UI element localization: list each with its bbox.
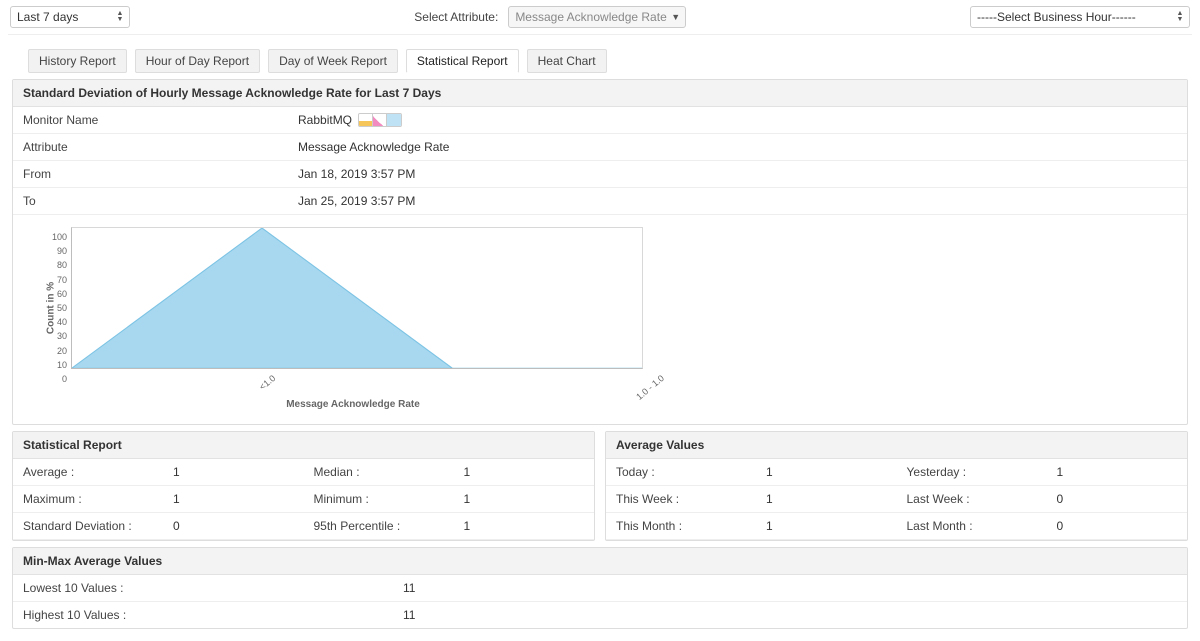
top-controls: Last 7 days ▲▼ Select Attribute: Message… [8, 6, 1192, 35]
y-tick: 30 [57, 331, 67, 341]
info-row-from: From Jan 18, 2019 3:57 PM [13, 161, 1187, 188]
p95-value: 1 [464, 519, 471, 533]
info-row-monitor: Monitor Name RabbitMQ [13, 107, 1187, 134]
y-axis-ticks: 0102030405060708090100 [43, 227, 69, 369]
minimum-value: 1 [464, 492, 471, 506]
attribute-label: Select Attribute: [414, 10, 498, 24]
y-tick: 80 [57, 260, 67, 270]
updown-icon: ▲▼ [1174, 8, 1186, 26]
y-tick: 20 [57, 346, 67, 356]
updown-icon: ▲▼ [114, 8, 126, 26]
y-tick: 0 [62, 374, 67, 384]
median-value: 1 [464, 465, 471, 479]
tab-statistical-report[interactable]: Statistical Report [406, 49, 519, 73]
average-values-panel: Average Values Today :1 Yesterday :1 Thi… [605, 431, 1188, 541]
time-range-select[interactable]: Last 7 days ▲▼ [10, 6, 130, 28]
line-chart-icon[interactable] [373, 114, 387, 126]
x-tick: <1.0 [257, 373, 277, 392]
attribute-value: Message Acknowledge Rate [515, 10, 666, 24]
average-value: 1 [173, 465, 180, 479]
minimum-label: Minimum : [314, 492, 464, 506]
from-label: From [23, 167, 298, 181]
lowest-value: 11 [403, 581, 415, 595]
to-value: Jan 25, 2019 3:57 PM [298, 194, 415, 208]
y-tick: 60 [57, 289, 67, 299]
report-tabs: History Report Hour of Day Report Day of… [8, 41, 1192, 73]
y-tick: 90 [57, 246, 67, 256]
thismonth-label: This Month : [616, 519, 766, 533]
y-tick: 40 [57, 317, 67, 327]
time-range-value: Last 7 days [17, 10, 78, 24]
stats-row: Statistical Report Average :1 Median :1 … [12, 431, 1188, 541]
thisweek-label: This Week : [616, 492, 766, 506]
maximum-value: 1 [173, 492, 180, 506]
area-polygon [72, 228, 642, 368]
median-label: Median : [314, 465, 464, 479]
maximum-label: Maximum : [23, 492, 173, 506]
highest-label: Highest 10 Values : [23, 608, 403, 622]
today-value: 1 [766, 465, 773, 479]
main-panel-title: Standard Deviation of Hourly Message Ack… [13, 80, 1187, 107]
highest-value: 11 [403, 608, 415, 622]
stddev-label: Standard Deviation : [23, 519, 173, 533]
yesterday-label: Yesterday : [907, 465, 1057, 479]
attribute-row-value: Message Acknowledge Rate [298, 140, 449, 154]
x-axis-ticks: <1.01.0 - 1.0 [71, 373, 643, 393]
average-values-title: Average Values [606, 432, 1187, 459]
statistical-report-title: Statistical Report [13, 432, 594, 459]
business-hour-select[interactable]: -----Select Business Hour------ ▲▼ [970, 6, 1190, 28]
chevron-down-icon: ▼ [671, 12, 681, 22]
info-row-attribute: Attribute Message Acknowledge Rate [13, 134, 1187, 161]
from-value: Jan 18, 2019 3:57 PM [298, 167, 415, 181]
minmax-panel: Min-Max Average Values Lowest 10 Values … [12, 547, 1188, 629]
y-tick: 100 [52, 232, 67, 242]
chart-type-icons[interactable] [358, 113, 402, 127]
chart-plot [71, 227, 643, 369]
main-panel: Standard Deviation of Hourly Message Ack… [12, 79, 1188, 425]
to-label: To [23, 194, 298, 208]
yesterday-value: 1 [1057, 465, 1064, 479]
y-tick: 70 [57, 275, 67, 285]
tab-day-of-week-report[interactable]: Day of Week Report [268, 49, 398, 73]
tab-hour-of-day-report[interactable]: Hour of Day Report [135, 49, 260, 73]
thisweek-value: 1 [766, 492, 773, 506]
monitor-name-label: Monitor Name [23, 113, 298, 127]
p95-label: 95th Percentile : [314, 519, 464, 533]
minmax-title: Min-Max Average Values [13, 548, 1187, 575]
thismonth-value: 1 [766, 519, 773, 533]
tab-history-report[interactable]: History Report [28, 49, 127, 73]
lastmonth-label: Last Month : [907, 519, 1057, 533]
lastweek-label: Last Week : [907, 492, 1057, 506]
lastmonth-value: 0 [1057, 519, 1064, 533]
area-svg [72, 228, 642, 368]
chart-area: Count in % 0102030405060708090100 <1.01.… [13, 215, 1187, 424]
lastweek-value: 0 [1057, 492, 1064, 506]
bar-chart-icon[interactable] [359, 114, 373, 126]
statistical-report-panel: Statistical Report Average :1 Median :1 … [12, 431, 595, 541]
monitor-name-value: RabbitMQ [298, 113, 352, 127]
lowest-label: Lowest 10 Values : [23, 581, 403, 595]
y-tick: 10 [57, 360, 67, 370]
y-tick: 50 [57, 303, 67, 313]
average-label: Average : [23, 465, 173, 479]
attribute-select[interactable]: Message Acknowledge Rate ▼ [508, 6, 685, 28]
tab-heat-chart[interactable]: Heat Chart [527, 49, 607, 73]
area-chart-icon[interactable] [387, 114, 401, 126]
today-label: Today : [616, 465, 766, 479]
stddev-value: 0 [173, 519, 180, 533]
x-axis-label: Message Acknowledge Rate [53, 393, 653, 410]
business-hour-value: -----Select Business Hour------ [977, 10, 1136, 24]
info-row-to: To Jan 25, 2019 3:57 PM [13, 188, 1187, 215]
attribute-row-label: Attribute [23, 140, 298, 154]
